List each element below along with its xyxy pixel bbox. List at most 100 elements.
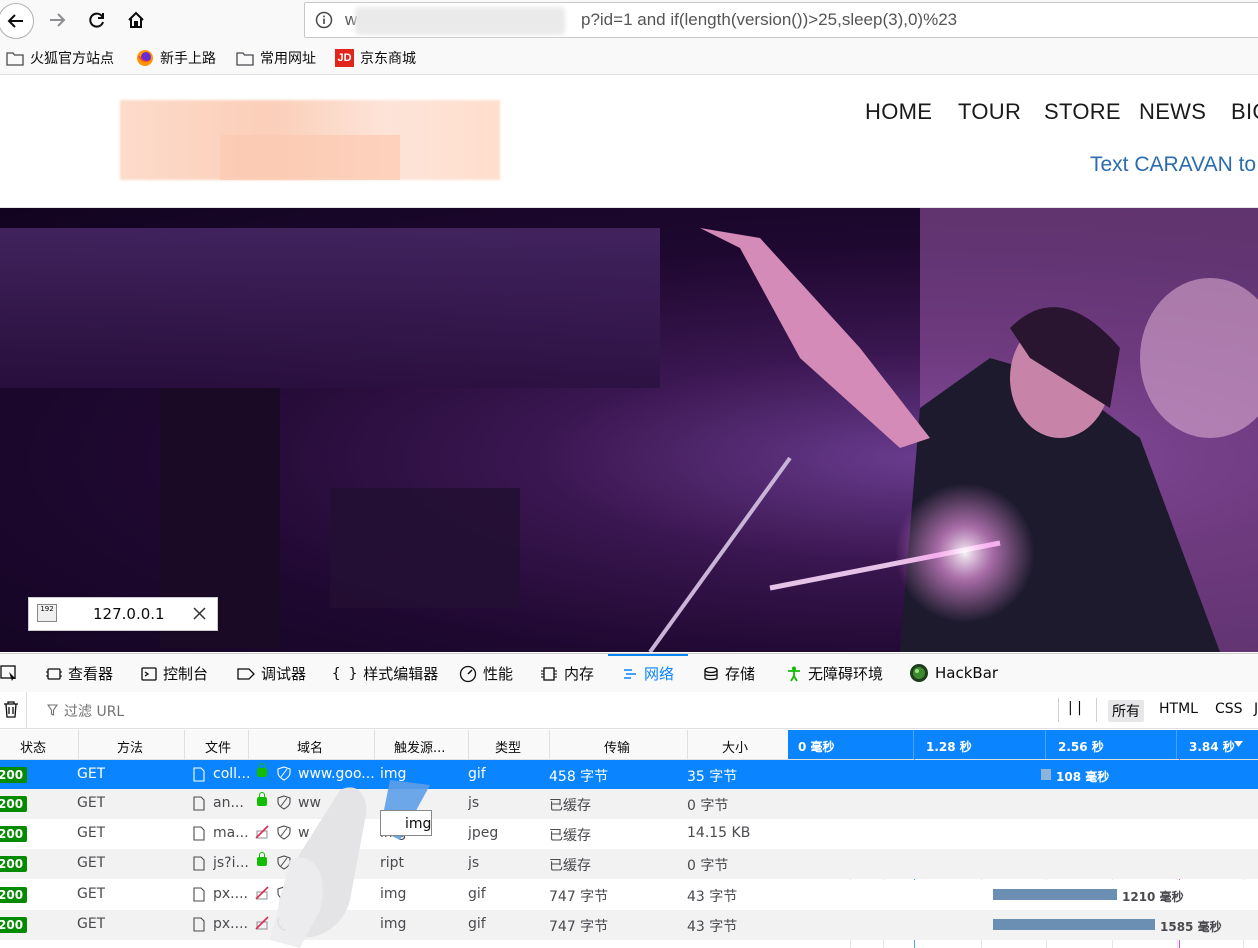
cell-method: GET	[77, 766, 106, 782]
concert-photo	[0, 208, 1258, 652]
column-cause[interactable]: 触发源...	[394, 737, 445, 756]
column-domain[interactable]: 域名	[297, 737, 323, 756]
column-status[interactable]: 状态	[20, 737, 46, 756]
waterfall-bar	[993, 919, 1155, 930]
request-row[interactable]: 200 GET coll... www.goo... img gif 458 字节 35 字节…	[0, 760, 1258, 790]
column-waterfall[interactable]: 0 毫秒 1.28 秒 2.56 秒 3.84 秒	[788, 730, 1258, 759]
nav-big[interactable]: BIG	[1231, 99, 1258, 125]
accessibility-icon	[788, 666, 800, 681]
trash-icon[interactable]	[3, 700, 19, 718]
console-icon	[141, 666, 157, 681]
cell-file: ma...	[213, 825, 249, 841]
request-row[interactable]: 200GETma...wimgjpeg已缓存14.15 KB	[0, 819, 1258, 849]
cell-transferred: 747 字节	[549, 889, 609, 905]
cell-method: GET	[77, 916, 106, 932]
tab-label: 内存	[564, 665, 595, 683]
column-type[interactable]: 类型	[495, 737, 521, 756]
pause-button[interactable]: | |	[1068, 700, 1082, 716]
tab-storage[interactable]: 存储	[703, 663, 755, 684]
debugger-icon	[237, 667, 255, 680]
tab-label: HackBar	[935, 664, 999, 682]
column-transferred[interactable]: 传输	[604, 737, 630, 756]
cell-type: gif	[468, 886, 486, 902]
reload-button[interactable]	[80, 3, 114, 37]
tab-label: 查看器	[68, 665, 114, 683]
bookmark-firefox-official[interactable]: 火狐官方站点	[6, 48, 114, 68]
tab-debugger[interactable]: 调试器	[237, 663, 306, 684]
bookmark-common-sites[interactable]: 常用网址	[236, 48, 316, 68]
request-row[interactable]: 200 GET js?i... ript js 已缓存 0 字节	[0, 849, 1258, 879]
network-icon	[624, 668, 636, 679]
waterfall-bar	[1041, 769, 1051, 780]
toolbar-divider	[26, 692, 27, 728]
nav-store[interactable]: STORE	[1044, 99, 1121, 125]
file-icon	[193, 826, 205, 841]
waterfall-timing: 108 毫秒	[1056, 770, 1110, 784]
tab-hackbar[interactable]: HackBar	[909, 663, 998, 683]
nav-news[interactable]: NEWS	[1139, 99, 1206, 125]
ip-address-popup: 192 127.0.0.1	[28, 597, 218, 631]
storage-icon	[704, 666, 718, 680]
cell-type: js	[468, 855, 480, 871]
hackbar-icon	[910, 664, 928, 682]
tab-network[interactable]: 网络	[622, 663, 674, 684]
cell-file: coll...	[213, 766, 251, 782]
bookmark-label: 常用网址	[260, 50, 316, 66]
arrow-right-icon	[50, 13, 66, 27]
waterfall-bar	[993, 889, 1117, 900]
cell-size: 43 字节	[687, 889, 738, 905]
cell-type: js	[468, 795, 480, 811]
filter-icon	[47, 704, 58, 716]
filter-html[interactable]: HTML	[1155, 700, 1202, 718]
style-editor-icon: { }	[332, 665, 358, 682]
forward-button[interactable]	[40, 3, 74, 37]
cell-method: GET	[77, 855, 106, 871]
tab-accessibility[interactable]: 无障碍环境	[786, 663, 883, 684]
url-bar[interactable]: w p?id=1 and if(length(version())>25,sle…	[304, 2, 1258, 38]
file-icon	[193, 887, 205, 902]
info-icon[interactable]	[315, 11, 333, 29]
tab-style-editor[interactable]: { } 样式编辑器	[332, 663, 438, 684]
home-button[interactable]	[119, 3, 153, 37]
close-icon[interactable]	[193, 607, 206, 620]
request-row[interactable]: 200 GET px.... img gif 747 字节 43 字节 1210 毫秒	[0, 880, 1258, 910]
element-picker-icon[interactable]	[0, 665, 18, 681]
timeline-tick: 0 毫秒	[798, 740, 835, 754]
cell-transferred: 已缓存	[549, 798, 591, 814]
tab-inspector[interactable]: 查看器	[46, 663, 113, 684]
memory-icon	[541, 666, 557, 681]
bookmark-label: 新手上路	[160, 50, 216, 66]
back-button[interactable]	[0, 3, 34, 39]
arrow-left-icon	[7, 14, 23, 28]
filter-all[interactable]: 所有	[1108, 700, 1144, 722]
cell-status: 200	[0, 856, 28, 872]
request-row[interactable]: 200 GET px.... img gif 747 字节 43 字节 1585 毫秒	[0, 910, 1258, 940]
filter-url-input[interactable]: 过滤 URL	[64, 701, 124, 721]
site-logo-redacted-part	[220, 135, 400, 180]
timeline-tick: 1.28 秒	[926, 740, 972, 754]
tab-console[interactable]: 控制台	[141, 663, 208, 684]
cell-method: GET	[77, 886, 106, 902]
caravan-text[interactable]: Text CARAVAN to	[1090, 153, 1256, 177]
insecure-lock-icon	[255, 916, 269, 930]
domain-redaction	[270, 780, 430, 948]
bookmark-getting-started[interactable]: 新手上路	[136, 48, 216, 68]
lock-icon	[257, 763, 267, 777]
column-file[interactable]: 文件	[205, 737, 231, 756]
filter-css[interactable]: CSS	[1211, 700, 1247, 718]
bookmark-jd-mall[interactable]: JD 京东商城	[335, 48, 416, 68]
nav-home[interactable]: HOME	[865, 99, 932, 125]
request-row[interactable]: 200 GET an... ww js 已缓存 0 字节	[0, 789, 1258, 819]
cell-status: 200	[0, 767, 28, 783]
column-method[interactable]: 方法	[117, 737, 143, 756]
cell-status: 200	[0, 887, 28, 903]
column-size[interactable]: 大小	[722, 737, 748, 756]
bookmark-label: 火狐官方站点	[30, 50, 114, 66]
filter-js[interactable]: J	[1250, 700, 1258, 718]
cell-size: 35 字节	[687, 769, 738, 785]
tab-memory[interactable]: 内存	[540, 663, 594, 684]
cause-tooltip: img	[380, 810, 432, 836]
nav-tour[interactable]: TOUR	[958, 99, 1021, 125]
tab-performance[interactable]: 性能	[459, 663, 513, 684]
browser-toolbar: w p?id=1 and if(length(version())>25,sle…	[0, 0, 1258, 42]
